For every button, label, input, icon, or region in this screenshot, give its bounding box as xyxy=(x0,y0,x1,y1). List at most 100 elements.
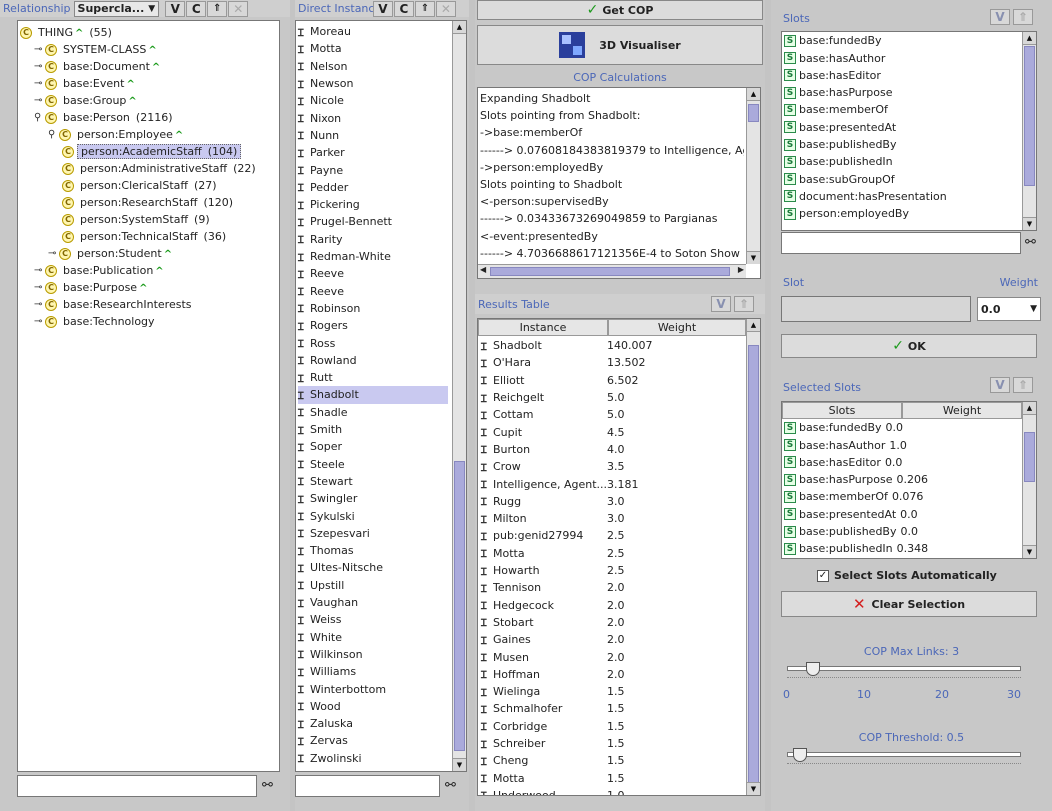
slot-field[interactable] xyxy=(781,296,971,322)
instance-item[interactable]: Ɪ Smith xyxy=(298,421,448,438)
weight-combo[interactable]: 0.0 ▼ xyxy=(977,297,1041,321)
scroll-down-icon[interactable]: ▼ xyxy=(747,251,760,264)
table-row[interactable]: Sbase:fundedBy 0.0 xyxy=(782,420,903,436)
table-row[interactable]: Ɪ Cheng 1.5 xyxy=(478,752,625,769)
instance-item[interactable]: Ɪ Rutt xyxy=(298,369,448,386)
view-slot-button[interactable]: V xyxy=(990,9,1010,25)
table-row[interactable]: Ɪ Howarth 2.5 xyxy=(478,562,625,579)
scroll-thumb[interactable] xyxy=(454,461,465,751)
tree-node[interactable]: Cperson:TechnicalStaff (36) xyxy=(62,228,229,245)
checkbox-checked-icon[interactable]: ✓ xyxy=(817,569,829,582)
visualiser-button[interactable]: 3D Visualiser xyxy=(477,25,763,65)
table-row[interactable]: Ɪ Schmalhofer 1.5 xyxy=(478,700,625,717)
slot-item[interactable]: Sbase:publishedBy xyxy=(782,137,897,153)
table-row[interactable]: Ɪ Rugg 3.0 xyxy=(478,493,625,510)
binoculars-icon[interactable]: ⚯ xyxy=(262,778,273,793)
instance-item[interactable]: Ɪ Rarity xyxy=(298,231,448,248)
tree-node[interactable]: ⚲ Cbase:Person (2116) xyxy=(34,109,175,126)
table-row[interactable]: Ɪ Musen 2.0 xyxy=(478,648,625,665)
ok-button[interactable]: ✓ OK xyxy=(781,334,1037,358)
table-row[interactable]: Ɪ Motta 2.5 xyxy=(478,545,625,562)
collapsed-icon[interactable]: ⊸ xyxy=(34,299,43,310)
view-instance-button[interactable]: V xyxy=(372,0,393,17)
delete-result-icon[interactable]: ⇑ xyxy=(734,296,754,312)
col-slots[interactable]: Slots xyxy=(782,402,902,419)
collapsed-icon[interactable]: ⊸ xyxy=(34,316,43,327)
instance-item[interactable]: Ɪ Wilkinson xyxy=(298,646,448,663)
collapsed-icon[interactable]: ⊸ xyxy=(48,248,57,259)
tree-node[interactable]: ⊸ Cbase:Technology xyxy=(34,313,158,330)
table-row[interactable]: Ɪ O'Hara 13.502 xyxy=(478,354,646,371)
table-row[interactable]: Ɪ Hedgecock 2.0 xyxy=(478,597,625,614)
tree-node[interactable]: Cperson:ResearchStaff (120) xyxy=(62,194,236,211)
delete-selected-icon[interactable]: ⇑ xyxy=(1013,377,1033,393)
slot-item[interactable]: Sbase:presentedAt xyxy=(782,120,896,136)
instance-item[interactable]: Ɪ Rogers xyxy=(298,317,448,334)
tree-node[interactable]: Cperson:AcademicStaff (104) xyxy=(62,143,242,160)
hscroll-thumb[interactable] xyxy=(490,267,730,276)
tree-node[interactable]: C THING ^ (55) xyxy=(20,24,115,41)
binoculars-icon[interactable]: ⚯ xyxy=(445,778,456,793)
tree-node[interactable]: ⊸ Cbase:Publication ^ xyxy=(34,262,167,279)
scroll-down-icon[interactable]: ▼ xyxy=(453,758,466,771)
instance-item[interactable]: Ɪ Zervas xyxy=(298,732,448,749)
slot-item[interactable]: Sbase:hasAuthor xyxy=(782,50,885,66)
instance-item[interactable]: Ɪ White xyxy=(298,629,448,646)
expanded-icon[interactable]: ⚲ xyxy=(34,112,43,123)
slider-thumb[interactable] xyxy=(806,662,821,676)
instance-item[interactable]: Ɪ Nelson xyxy=(298,58,448,75)
collapsed-icon[interactable]: ⊸ xyxy=(34,44,43,55)
relationship-combo[interactable]: Supercla... ▼ xyxy=(73,0,160,17)
slot-item[interactable]: Sbase:memberOf xyxy=(782,102,888,118)
slot-item[interactable]: Sbase:fundedBy xyxy=(782,33,882,49)
binoculars-icon[interactable]: ⚯ xyxy=(1025,235,1036,250)
table-row[interactable]: Sbase:memberOf 0.076 xyxy=(782,489,923,505)
instance-search-input[interactable] xyxy=(295,775,440,797)
instance-item[interactable]: Ɪ Nicole xyxy=(298,92,448,109)
table-row[interactable]: Ɪ Stobart 2.0 xyxy=(478,614,625,631)
view-result-button[interactable]: V xyxy=(711,296,731,312)
table-row[interactable]: Sbase:hasPurpose 0.206 xyxy=(782,472,928,488)
instances-scrollbar[interactable]: ▲ ▼ xyxy=(452,21,466,771)
scroll-up-icon[interactable]: ▲ xyxy=(1023,32,1036,45)
table-row[interactable]: Ɪpub:genid27994 2.5 xyxy=(478,527,625,544)
table-row[interactable]: Ɪ Crow 3.5 xyxy=(478,458,625,475)
instance-item[interactable]: Ɪ Reeve xyxy=(298,265,448,282)
expanded-icon[interactable]: ⚲ xyxy=(48,129,57,140)
table-row[interactable]: Sbase:publishedBy 0.0 xyxy=(782,524,918,540)
delete-class-icon[interactable]: ✕ xyxy=(228,0,249,17)
table-row[interactable]: Ɪ Motta 1.5 xyxy=(478,770,625,787)
instance-item[interactable]: Ɪ Redman-White xyxy=(298,248,448,265)
clear-selection-button[interactable]: ✕ Clear Selection xyxy=(781,591,1037,617)
instance-item[interactable]: Ɪ Parker xyxy=(298,144,448,161)
create-instance-button[interactable]: C xyxy=(393,0,414,17)
table-row[interactable]: Ɪ Shadbolt 140.007 xyxy=(478,337,653,354)
instance-item[interactable]: Ɪ Shadle xyxy=(298,404,448,421)
instance-item[interactable]: Ɪ Nixon xyxy=(298,110,448,127)
create-class-button[interactable]: C xyxy=(186,0,207,17)
table-row[interactable]: Ɪ Burton 4.0 xyxy=(478,441,625,458)
tree-node[interactable]: ⊸ Cbase:Document ^ xyxy=(34,58,163,75)
table-row[interactable]: Ɪ Gaines 2.0 xyxy=(478,631,625,648)
instance-item[interactable]: Ɪ Payne xyxy=(298,161,448,178)
table-row[interactable]: Ɪ Milton 3.0 xyxy=(478,510,625,527)
instance-item[interactable]: Ɪ Sykulski xyxy=(298,507,448,524)
auto-select-checkbox[interactable]: ✓ Select Slots Automatically xyxy=(817,569,997,582)
instance-item[interactable]: Ɪ Wood xyxy=(298,698,448,715)
instance-item[interactable]: Ɪ Robinson xyxy=(298,300,448,317)
tree-node[interactable]: ⊸ Cbase:Group ^ xyxy=(34,92,140,109)
instance-item[interactable]: Ɪ Motta xyxy=(298,40,448,57)
tree-node[interactable]: Cperson:SystemStaff (9) xyxy=(62,211,213,228)
tree-node[interactable]: ⊸ Cbase:Event ^ xyxy=(34,75,138,92)
table-row[interactable]: Sbase:publishedIn 0.348 xyxy=(782,541,928,557)
slot-item[interactable]: Sbase:hasEditor xyxy=(782,68,881,84)
scroll-thumb[interactable] xyxy=(1024,46,1035,186)
instance-item[interactable]: Ɪ Zaluska xyxy=(298,715,448,732)
instance-item[interactable]: Ɪ Swingler xyxy=(298,490,448,507)
threshold-slider[interactable] xyxy=(787,748,1021,770)
instance-item[interactable]: Ɪ Shadbolt xyxy=(298,386,448,404)
log-scrollbar[interactable]: ▲ ▼ xyxy=(746,88,760,264)
selected-scrollbar[interactable]: ▲ ▼ xyxy=(1022,402,1036,558)
slots-search-input[interactable] xyxy=(781,232,1021,254)
scroll-down-icon[interactable]: ▼ xyxy=(1023,545,1036,558)
